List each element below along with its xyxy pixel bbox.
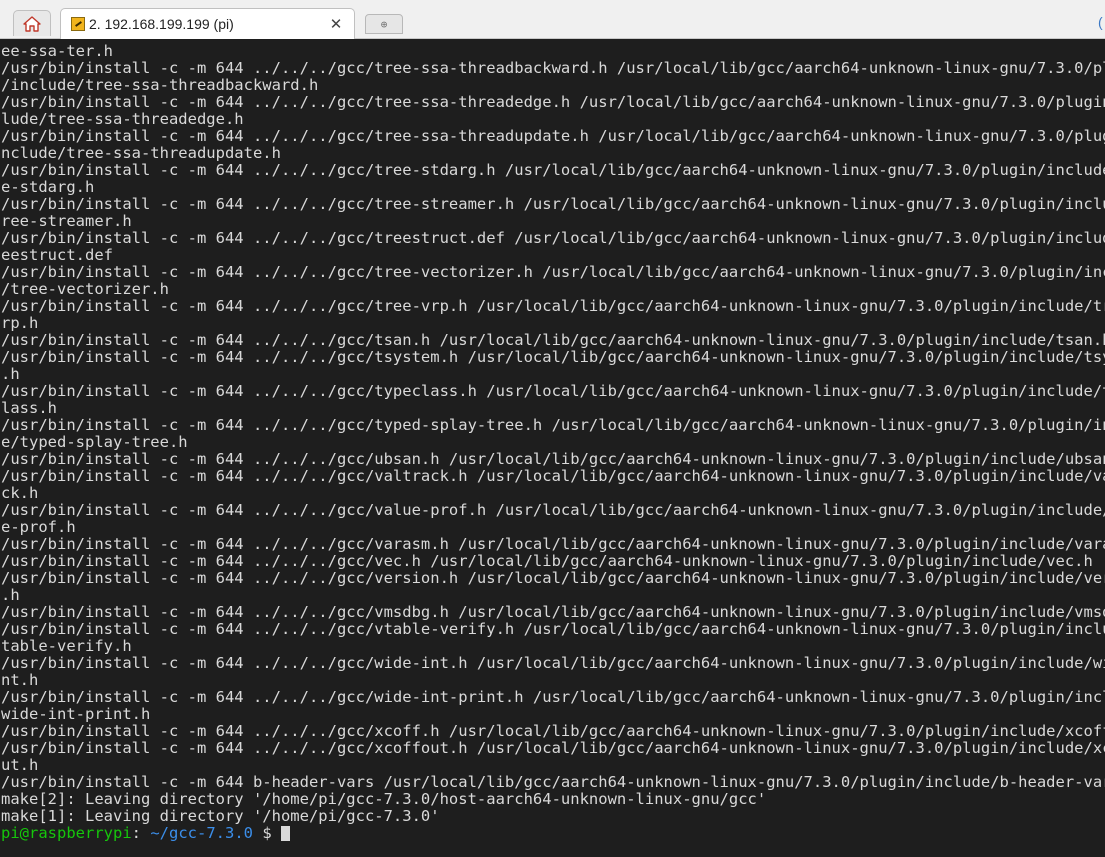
- terminal-output[interactable]: ee-ssa-ter.h/usr/bin/install -c -m 644 .…: [0, 39, 1105, 857]
- terminal-line: e/typed-splay-tree.h: [1, 434, 188, 451]
- prompt-symbol: $: [252, 825, 281, 842]
- terminal-line: lude/tree-ssa-threadedge.h: [1, 111, 244, 128]
- terminal-line: /usr/bin/install -c -m 644 ../../../gcc/…: [1, 536, 1105, 553]
- terminal-line: /usr/bin/install -c -m 644 ../../../gcc/…: [1, 417, 1105, 434]
- terminal-line: lass.h: [1, 400, 57, 417]
- terminal-line: e-prof.h: [1, 519, 76, 536]
- terminal-line: /usr/bin/install -c -m 644 ../../../gcc/…: [1, 332, 1105, 349]
- prompt-separator: :: [131, 825, 141, 842]
- close-icon[interactable]: ✕: [326, 15, 346, 33]
- home-tab[interactable]: [13, 10, 51, 36]
- terminal-line: /usr/bin/install -c -m 644 ../../../gcc/…: [1, 723, 1105, 740]
- new-tab-icon: ⊕: [380, 17, 388, 31]
- terminal-line: ut.h: [1, 757, 39, 774]
- terminal-line: /usr/bin/install -c -m 644 ../../../gcc/…: [1, 570, 1105, 587]
- terminal-line: /usr/bin/install -c -m 644 ../../../gcc/…: [1, 553, 1093, 570]
- terminal-line: ree-streamer.h: [1, 213, 132, 230]
- terminal-line: nt.h: [1, 672, 39, 689]
- terminal-line: /usr/bin/install -c -m 644 ../../../gcc/…: [1, 451, 1105, 468]
- terminal-line: /usr/bin/install -c -m 644 ../../../gcc/…: [1, 689, 1105, 706]
- terminal-line: /usr/bin/install -c -m 644 ../../../gcc/…: [1, 298, 1105, 315]
- terminal-line: ck.h: [1, 485, 39, 502]
- terminal-line: /usr/bin/install -c -m 644 ../../../gcc/…: [1, 128, 1105, 145]
- terminal-line: /usr/bin/install -c -m 644 ../../../gcc/…: [1, 94, 1105, 111]
- terminal-line: /usr/bin/install -c -m 644 ../../../gcc/…: [1, 349, 1105, 366]
- tab-bar: 2. 192.168.199.199 (pi) ✕ ⊕ (: [0, 0, 1105, 39]
- terminal-session-icon: [71, 17, 85, 31]
- terminal-line: /usr/bin/install -c -m 644 ../../../gcc/…: [1, 655, 1105, 672]
- shell-prompt[interactable]: pi@raspberrypi: ~/gcc-7.3.0 $: [1, 825, 1105, 842]
- terminal-line: /usr/bin/install -c -m 644 ../../../gcc/…: [1, 604, 1105, 621]
- home-icon: [23, 15, 41, 32]
- terminal-line: table-verify.h: [1, 638, 132, 655]
- terminal-line: .h: [1, 587, 20, 604]
- terminal-line: wide-int-print.h: [1, 706, 151, 723]
- terminal-line: .h: [1, 366, 20, 383]
- terminal-line: /include/tree-ssa-threadbackward.h: [1, 77, 319, 94]
- text-cursor: [280, 826, 290, 841]
- terminal-line: /tree-vectorizer.h: [1, 281, 169, 298]
- terminal-line: /usr/bin/install -c -m 644 ../../../gcc/…: [1, 502, 1105, 519]
- terminal-lines: ee-ssa-ter.h/usr/bin/install -c -m 644 .…: [0, 39, 1105, 842]
- tab-session[interactable]: 2. 192.168.199.199 (pi) ✕: [60, 8, 355, 39]
- tab-bar-edge-icon: (: [1098, 14, 1103, 30]
- terminal-line: nclude/tree-ssa-threadupdate.h: [1, 145, 281, 162]
- terminal-line: /usr/bin/install -c -m 644 ../../../gcc/…: [1, 196, 1105, 213]
- terminal-line: make[1]: Leaving directory '/home/pi/gcc…: [1, 808, 440, 825]
- terminal-line: /usr/bin/install -c -m 644 ../../../gcc/…: [1, 230, 1105, 247]
- tab-title: 2. 192.168.199.199 (pi): [89, 16, 234, 32]
- terminal-line: e-stdarg.h: [1, 179, 95, 196]
- terminal-line: /usr/bin/install -c -m 644 ../../../gcc/…: [1, 468, 1105, 485]
- prompt-user-host: pi@raspberrypi: [1, 825, 132, 842]
- terminal-line: /usr/bin/install -c -m 644 ../../../gcc/…: [1, 162, 1105, 179]
- terminal-line: eestruct.def: [1, 247, 113, 264]
- terminal-line: /usr/bin/install -c -m 644 ../../../gcc/…: [1, 60, 1105, 77]
- terminal-line: /usr/bin/install -c -m 644 ../../../gcc/…: [1, 264, 1105, 281]
- terminal-line: /usr/bin/install -c -m 644 b-header-vars…: [1, 774, 1105, 791]
- terminal-line: make[2]: Leaving directory '/home/pi/gcc…: [1, 791, 767, 808]
- prompt-path: ~/gcc-7.3.0: [141, 825, 253, 842]
- terminal-line: /usr/bin/install -c -m 644 ../../../gcc/…: [1, 740, 1105, 757]
- new-tab-button[interactable]: ⊕: [365, 14, 403, 34]
- terminal-line: rp.h: [1, 315, 39, 332]
- terminal-line: ee-ssa-ter.h: [1, 43, 113, 60]
- terminal-line: /usr/bin/install -c -m 644 ../../../gcc/…: [1, 621, 1105, 638]
- terminal-line: /usr/bin/install -c -m 644 ../../../gcc/…: [1, 383, 1105, 400]
